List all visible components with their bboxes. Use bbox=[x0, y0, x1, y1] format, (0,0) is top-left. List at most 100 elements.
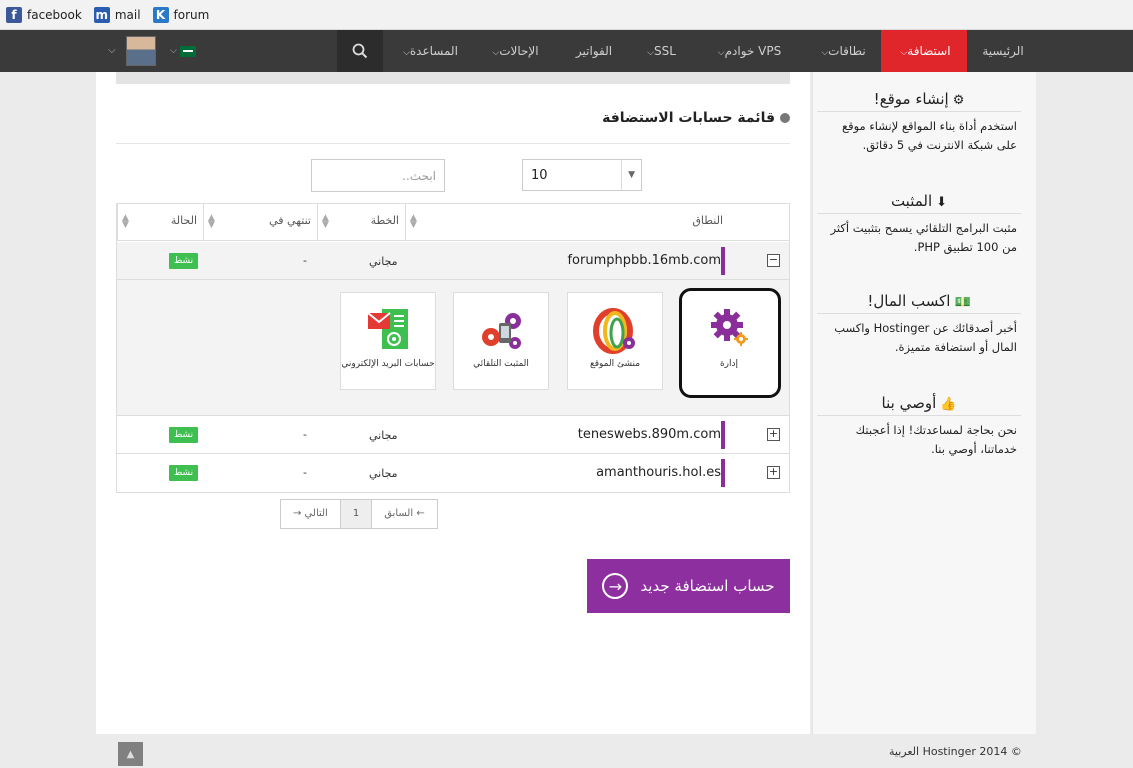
language-selector[interactable]: ⌵ bbox=[170, 30, 196, 72]
sidebar: ⚙إنشاء موقع! استخدم أداة بناء المواقع لإ… bbox=[812, 72, 1036, 734]
column-plan[interactable]: ▲ ▼ الخطة bbox=[317, 204, 405, 241]
expiry-cell: - bbox=[303, 466, 307, 479]
column-domain[interactable]: ▲ ▼ النطاق bbox=[405, 204, 729, 241]
nav-label: الإحالات bbox=[499, 44, 539, 58]
prev-page-button[interactable]: ← السابق bbox=[371, 500, 436, 528]
site-builder-tile[interactable]: منشئ الموقع bbox=[567, 292, 663, 390]
auto-installer-tile[interactable]: المثبت التلقائي bbox=[453, 292, 549, 390]
row-marker bbox=[721, 421, 725, 449]
mail-icon: m bbox=[93, 6, 110, 23]
nav-label: خوادم VPS bbox=[724, 44, 782, 58]
money-icon: 💵 bbox=[954, 295, 971, 310]
bookmark-label: facebook bbox=[27, 7, 82, 22]
sidebar-block-earn: 💵اكسب المال! أخبر أصدقائك عن Hostinger و… bbox=[817, 288, 1021, 357]
pagination: التالي → 1 ← السابق bbox=[280, 499, 438, 529]
row-marker bbox=[721, 459, 725, 487]
thumbs-up-icon: 👍 bbox=[940, 397, 957, 412]
nav-invoices[interactable]: الفواتير bbox=[572, 30, 616, 72]
account-actions-panel: إدارة منشئ الموقع المثبت التلقائي حسابات… bbox=[117, 280, 789, 416]
nav-label: نطاقات bbox=[828, 44, 866, 58]
sidebar-block-recommend: 👍أوصي بنا نحن بحاجة لمساعدتك! إذا أعجبتك… bbox=[817, 390, 1021, 459]
page-number[interactable]: 1 bbox=[339, 500, 372, 528]
sidebar-title[interactable]: 💵اكسب المال! bbox=[817, 288, 1021, 314]
chevron-up-icon: ▲ bbox=[126, 748, 135, 760]
facebook-icon: f bbox=[6, 6, 22, 23]
arrow-right-icon: → bbox=[602, 573, 629, 599]
table-row[interactable]: − forumphpbb.16mb.com مجاني - نشط bbox=[117, 242, 789, 280]
chevron-down-icon: ⌵ bbox=[647, 48, 654, 58]
tile-label: إدارة bbox=[719, 359, 739, 369]
top-strip bbox=[116, 72, 790, 84]
page-title: قائمة حسابات الاستضافة bbox=[602, 110, 790, 126]
sidebar-title-text: أوصي بنا bbox=[881, 394, 937, 412]
dropdown-arrow-icon: ▼ bbox=[621, 160, 635, 190]
cta-label: حساب استضافة جديد bbox=[640, 577, 775, 595]
status-badge: نشط bbox=[169, 253, 199, 269]
bookmark-facebook[interactable]: f facebook bbox=[6, 6, 82, 23]
domain-link[interactable]: teneswebs.890m.com bbox=[578, 427, 721, 442]
page-size-value: 10 bbox=[531, 167, 548, 183]
collapse-toggle[interactable]: − bbox=[767, 254, 780, 267]
sort-icon: ▲ ▼ bbox=[322, 213, 329, 230]
table-header: ▲ ▼ الحالة ▲ ▼ تنتهي في ▲ ▼ الخطة ▲ ▼ النطاق bbox=[117, 204, 789, 241]
sidebar-text: استخدم أداة بناء المواقع لإنشاء موقع على… bbox=[841, 119, 1017, 152]
expiry-cell: - bbox=[303, 254, 307, 267]
domain-link[interactable]: forumphpbb.16mb.com bbox=[567, 253, 721, 268]
nav-search-button[interactable] bbox=[337, 30, 383, 72]
nav-home[interactable]: الرئيسية bbox=[980, 30, 1026, 72]
sidebar-block-installer: ⬇المثبت مثبت البرامج التلقائي يسمح بتثبي… bbox=[817, 188, 1021, 257]
nav-ssl[interactable]: ⌵SSL bbox=[640, 30, 680, 72]
sidebar-title[interactable]: 👍أوصي بنا bbox=[817, 390, 1021, 416]
avatar[interactable] bbox=[126, 36, 156, 66]
plan-cell: مجاني bbox=[369, 429, 398, 442]
next-page-button[interactable]: التالي → bbox=[281, 500, 340, 528]
nav-referrals[interactable]: ⌵الإحالات bbox=[486, 30, 542, 72]
expand-toggle[interactable]: + bbox=[767, 466, 780, 479]
page-size-select[interactable]: 10 ▼ bbox=[522, 159, 642, 191]
globe-icon bbox=[780, 113, 790, 123]
chevron-down-icon: ⌵ bbox=[403, 48, 410, 58]
download-icon: ⬇ bbox=[936, 195, 948, 210]
sidebar-title[interactable]: ⚙إنشاء موقع! bbox=[817, 86, 1021, 112]
nav-hosting[interactable]: ⌵استضافة bbox=[881, 30, 967, 72]
sidebar-title[interactable]: ⬇المثبت bbox=[817, 188, 1021, 214]
domain-link[interactable]: amanthouris.hol.es bbox=[596, 465, 721, 480]
expiry-cell: - bbox=[303, 428, 307, 441]
expand-toggle[interactable]: + bbox=[767, 428, 780, 441]
sidebar-title-text: المثبت bbox=[890, 192, 933, 210]
nav-label: المساعدة bbox=[409, 44, 458, 58]
nav-help[interactable]: ⌵المساعدة bbox=[398, 30, 460, 72]
sidebar-text: مثبت البرامج التلقائي يسمح بتثبيت أكثر م… bbox=[830, 221, 1017, 254]
row-marker bbox=[721, 247, 725, 275]
tile-label: المثبت التلقائي bbox=[473, 359, 529, 369]
email-accounts-tile[interactable]: حسابات البريد الإلكتروني bbox=[340, 292, 436, 390]
site-builder-icon bbox=[593, 308, 635, 354]
bookmark-mail[interactable]: m mail bbox=[93, 6, 141, 23]
bookmark-forum[interactable]: K forum bbox=[152, 6, 209, 23]
hosting-table: ▲ ▼ الحالة ▲ ▼ تنتهي في ▲ ▼ الخطة ▲ ▼ النطاق… bbox=[116, 203, 790, 493]
sort-icon: ▲ ▼ bbox=[208, 213, 215, 230]
nav-servers[interactable]: ⌵خوادم VPS bbox=[708, 30, 788, 72]
plan-cell: مجاني bbox=[369, 467, 398, 480]
plan-cell: مجاني bbox=[369, 255, 398, 268]
search-input[interactable] bbox=[311, 159, 445, 192]
column-label: الحالة bbox=[170, 214, 197, 227]
sidebar-title-text: إنشاء موقع! bbox=[873, 90, 949, 108]
new-hosting-account-button[interactable]: حساب استضافة جديد → bbox=[587, 559, 790, 613]
gears-icon bbox=[711, 309, 748, 346]
status-badge: نشط bbox=[169, 465, 199, 481]
search-icon bbox=[352, 43, 368, 59]
sidebar-text: نحن بحاجة لمساعدتك! إذا أعجبتك خدماتنا، … bbox=[855, 423, 1017, 456]
scroll-top-button[interactable]: ▲ bbox=[118, 742, 143, 766]
column-expires[interactable]: ▲ ▼ تنتهي في bbox=[203, 204, 317, 241]
column-label: الخطة bbox=[370, 214, 399, 227]
chevron-down-icon[interactable]: ⌵ bbox=[108, 30, 116, 72]
column-status[interactable]: ▲ ▼ الحالة bbox=[117, 204, 203, 241]
nav-label: SSL bbox=[653, 44, 676, 58]
tile-label: منشئ الموقع bbox=[589, 359, 641, 369]
table-row[interactable]: + amanthouris.hol.es مجاني - نشط bbox=[117, 454, 789, 492]
column-label: النطاق bbox=[692, 214, 723, 227]
table-row[interactable]: + teneswebs.890m.com مجاني - نشط bbox=[117, 416, 789, 454]
manage-tile[interactable]: إدارة bbox=[679, 288, 781, 398]
nav-domains[interactable]: ⌵نطاقات bbox=[814, 30, 870, 72]
